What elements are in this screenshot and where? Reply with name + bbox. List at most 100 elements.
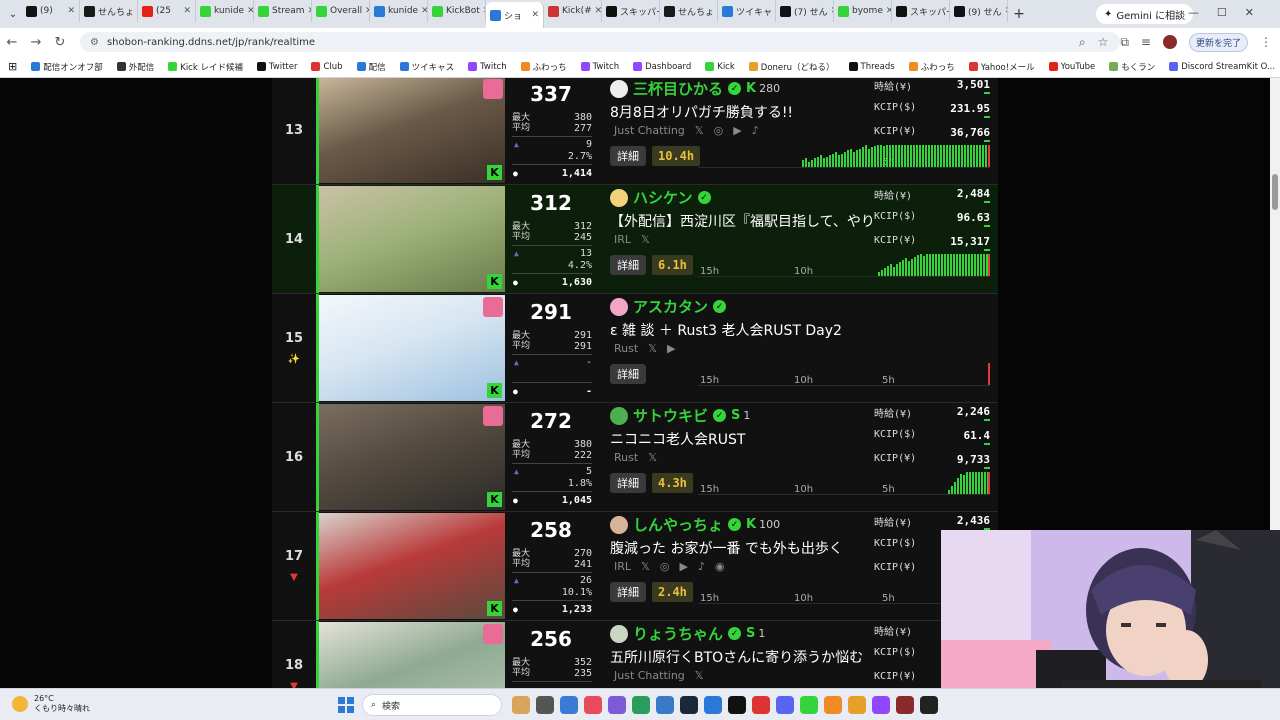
browser-tab[interactable]: kunide ✕ <box>370 0 428 22</box>
menu-icon[interactable]: ⋮ <box>1260 35 1272 49</box>
browser-tab[interactable]: Overall✕ <box>312 0 370 22</box>
stream-thumbnail[interactable]: K <box>319 295 505 401</box>
scrollbar-thumb[interactable] <box>1272 174 1278 210</box>
taskbar-app-icon[interactable] <box>632 696 650 714</box>
category-label[interactable]: Just Chatting <box>614 124 685 137</box>
bookmark-item[interactable]: Yahoo!メール <box>968 61 1035 73</box>
weather-widget[interactable]: 26°C くもり時々晴れ <box>12 694 90 714</box>
browser-tab[interactable]: (9) せん✕ <box>950 0 1008 22</box>
browser-tab[interactable]: Stream✕ <box>254 0 312 22</box>
social-link-icon[interactable]: ◎ <box>660 560 670 573</box>
taskbar-app-icon[interactable] <box>776 696 794 714</box>
tab-close-icon[interactable]: ✕ <box>183 6 191 16</box>
browser-tab[interactable]: ショ ✕ <box>486 2 544 28</box>
bookmark-item[interactable]: Club <box>311 61 343 73</box>
category-label[interactable]: Rust <box>614 451 638 464</box>
social-link-icon[interactable]: ♪ <box>752 124 759 137</box>
browser-tab[interactable]: (7) せん✕ <box>776 0 834 22</box>
gemini-button[interactable]: ✦ Gemini に相談 <box>1096 4 1194 24</box>
streamer-name-line[interactable]: ハシケン ✓ <box>610 187 711 208</box>
streamer-name-line[interactable]: サトウキビ ✓ S 1 <box>610 405 750 426</box>
tab-close-icon[interactable]: ✕ <box>421 6 427 16</box>
stream-title[interactable]: ε 雑 談 ＋ Rust3 老人会RUST Day2 <box>610 320 872 340</box>
stream-title[interactable]: 腹減った お家が一番 でも外も出歩く <box>610 538 872 558</box>
bookmark-item[interactable]: Twitter <box>256 61 297 73</box>
social-link-icon[interactable]: ◎ <box>714 124 724 137</box>
update-button[interactable]: 更新を完了 <box>1188 32 1248 52</box>
social-link-icon[interactable]: 𝕏 <box>648 451 657 464</box>
taskbar-app-icon[interactable] <box>536 696 554 714</box>
bookmark-item[interactable]: 配信 <box>356 61 386 73</box>
social-link-icon[interactable]: ▶ <box>680 560 688 573</box>
browser-tab[interactable]: スキッパー✕ <box>602 0 660 22</box>
bookmark-item[interactable]: Kick <box>705 61 735 73</box>
taskbar-app-icon[interactable] <box>656 696 674 714</box>
streamer-name[interactable]: サトウキビ <box>633 405 708 426</box>
stream-thumbnail[interactable]: K <box>319 622 505 688</box>
site-info-icon[interactable]: ⚙ <box>90 37 99 48</box>
detail-button[interactable]: 詳細 <box>610 255 646 275</box>
ranking-row[interactable]: 18▼K256最大352平均235▲●りょうちゃん✓S1五所川原行くBTOさんに… <box>272 621 998 688</box>
ranking-row[interactable]: 16 K 272 最大 380 平均 222 ▲ 5 1.8% ● 1,045 サトウキビ ✓ S 1 ニコニコ… <box>272 403 998 512</box>
browser-tab[interactable]: (25 ✕ <box>138 0 196 22</box>
tab-close-icon[interactable]: ✕ <box>247 6 253 16</box>
bookmark-star-icon[interactable]: ☆ <box>1098 35 1109 49</box>
taskbar-app-icon[interactable] <box>608 696 626 714</box>
bookmark-item[interactable]: YouTube <box>1048 61 1095 73</box>
back-icon[interactable]: ← <box>0 35 24 50</box>
ranking-row[interactable]: 15 ✨ K 291 最大 291 平均 291 ▲ - ● - アスカタン ✓ ε 雑 談 ＋ Rust3… <box>272 294 998 403</box>
taskbar-app-icon[interactable] <box>920 696 938 714</box>
ranking-row[interactable]: 14 K 312 最大 312 平均 245 ▲ 13 4.2% ● 1,630 ハシケン ✓ 【外配信】西… <box>272 185 998 294</box>
taskbar-app-icon[interactable] <box>752 696 770 714</box>
new-tab-button[interactable]: + <box>1008 6 1030 22</box>
streamer-name[interactable]: アスカタン <box>633 296 708 317</box>
browser-tab[interactable]: (9) ✕ <box>22 0 80 22</box>
ranking-row[interactable]: 17 ▼ K 258 最大 270 平均 241 ▲ 26 10.1% ● 1,233 しんやっちょ ✓ K 1… <box>272 512 998 621</box>
stream-thumbnail[interactable]: K <box>319 404 505 510</box>
streamer-name-line[interactable]: 三杯目ひかる ✓ K 280 <box>610 78 780 99</box>
taskbar-app-icon[interactable] <box>848 696 866 714</box>
social-link-icon[interactable]: ▶ <box>667 342 675 355</box>
extensions-icon[interactable]: ⧉ <box>1120 35 1129 50</box>
social-link-icon[interactable]: ▶ <box>733 124 741 137</box>
tab-search-button[interactable]: ⌄ <box>4 9 22 20</box>
stream-thumbnail[interactable]: K <box>319 186 505 292</box>
start-button[interactable] <box>338 697 354 713</box>
social-link-icon[interactable]: ◉ <box>715 560 725 573</box>
streamer-name-line[interactable]: りょうちゃん ✓ S 1 <box>610 623 765 644</box>
stream-title[interactable]: 【外配信】西淀川区『福駅目指して、やりた <box>610 211 872 231</box>
apps-icon[interactable]: ⊞ <box>8 60 17 73</box>
browser-tab[interactable]: せんちょ✕ <box>80 0 138 22</box>
taskbar-app-icon[interactable] <box>512 696 530 714</box>
taskbar-app-icon[interactable] <box>728 696 746 714</box>
bookmark-item[interactable]: Twitch <box>580 61 619 73</box>
detail-button[interactable]: 詳細 <box>610 473 646 493</box>
social-link-icon[interactable]: 𝕏 <box>648 342 657 355</box>
taskbar-app-icon[interactable] <box>872 696 890 714</box>
social-link-icon[interactable]: 𝕏 <box>641 560 650 573</box>
category-label[interactable]: Just Chatting <box>614 669 685 682</box>
ranking-row[interactable]: 13 K 337 最大 380 平均 277 ▲ 9 2.7% ● 1,414 三杯目ひかる ✓ K 280 8… <box>272 78 998 185</box>
category-label[interactable]: IRL <box>614 233 631 246</box>
zoom-icon[interactable]: ⌕ <box>1079 35 1086 50</box>
category-label[interactable]: Rust <box>614 342 638 355</box>
browser-tab[interactable]: byome✕ <box>834 0 892 22</box>
taskbar-app-icon[interactable] <box>824 696 842 714</box>
tab-close-icon[interactable]: ✕ <box>67 6 75 16</box>
bookmark-item[interactable]: Threads <box>848 61 895 73</box>
streamer-name[interactable]: ハシケン <box>633 187 693 208</box>
tab-close-icon[interactable]: ✕ <box>595 6 601 16</box>
social-link-icon[interactable]: 𝕏 <box>641 233 650 246</box>
browser-tab[interactable]: ツイキャ✕ <box>718 0 776 22</box>
bookmark-item[interactable]: Doneru（どねる） <box>748 61 835 73</box>
detail-button[interactable]: 詳細 <box>610 364 646 384</box>
streamer-name-line[interactable]: アスカタン ✓ <box>610 296 727 317</box>
stream-thumbnail[interactable]: K <box>319 513 505 619</box>
stream-thumbnail[interactable]: K <box>319 78 505 183</box>
taskbar-search[interactable]: ⌕ 検索 <box>362 694 502 716</box>
bookmark-item[interactable]: 外配信 <box>116 61 154 73</box>
stream-title[interactable]: ニコニコ老人会RUST <box>610 429 872 449</box>
social-link-icon[interactable]: 𝕏 <box>695 124 704 137</box>
streamer-name[interactable]: しんやっちょ <box>633 514 723 535</box>
bookmark-item[interactable]: 配信オンオフ部 <box>31 61 103 73</box>
